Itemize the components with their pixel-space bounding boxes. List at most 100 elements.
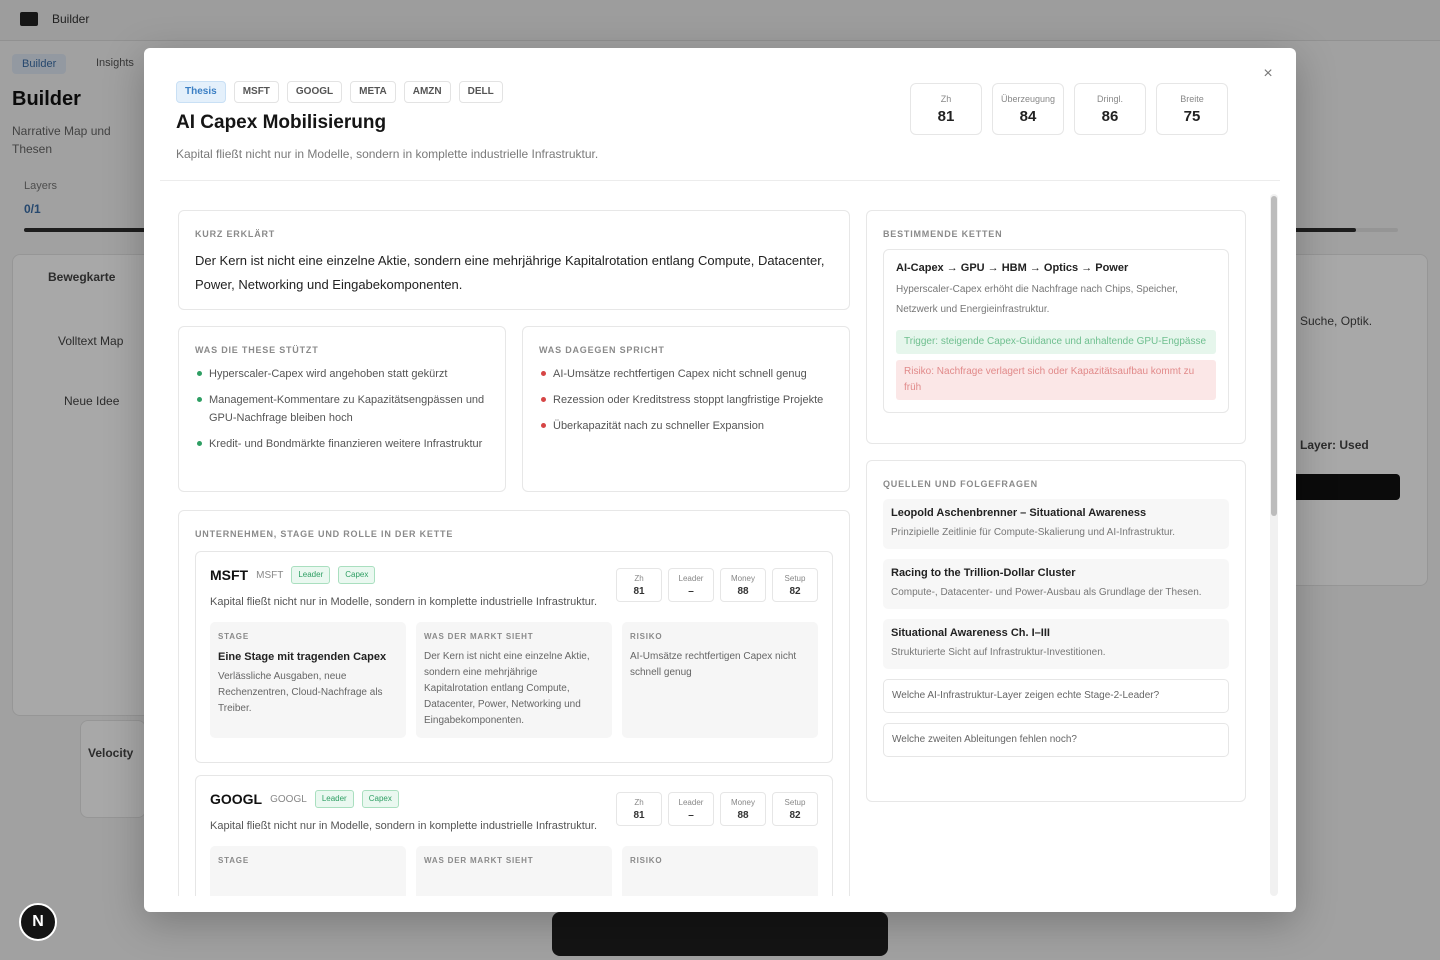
tag-thesis[interactable]: Thesis — [176, 81, 226, 103]
company-metric-value: – — [688, 586, 694, 597]
company-description: Kapital fließt nicht nur in Modelle, son… — [210, 820, 598, 832]
tag-row: Thesis MSFT GOOGL META AMZN DELL — [176, 81, 503, 103]
chain-trigger: Trigger: steigende Capex-Guidance und an… — [896, 330, 1216, 354]
modal-scroll-area[interactable]: Kurz erklärt Der Kern ist nicht eine ein… — [160, 194, 1280, 896]
column-label: Risiko — [630, 632, 663, 641]
source-title: Racing to the Trillion-Dollar Cluster — [891, 567, 1076, 579]
company-metric-label: Money — [730, 798, 755, 807]
company-metric: Setup 82 — [772, 568, 818, 602]
column-text: Verlässliche Ausgaben, neue Rechenzentre… — [218, 671, 383, 714]
company-metric-value: 88 — [737, 810, 749, 821]
company-metric-label: Money — [730, 574, 755, 583]
tag-googl[interactable]: GOOGL — [286, 81, 343, 103]
company-metric-label: Setup — [784, 574, 806, 583]
metric-value: 84 — [1019, 108, 1037, 125]
chain-text: Hyperscaler-Capex erhöht die Nachfrage n… — [896, 284, 1178, 315]
follow-up-question[interactable]: Welche zweiten Ableitungen fehlen noch? — [883, 723, 1229, 757]
cons-panel: Was dagegen spricht AI-Umsätze rechtfert… — [522, 326, 850, 492]
company-metric: Money 88 — [720, 568, 766, 602]
modal-title: AI Capex Mobilisierung — [176, 112, 387, 133]
dominant-chains-panel: Bestimmende Ketten AI-Capex → GPU → HBM … — [866, 210, 1246, 444]
header-divider — [160, 180, 1280, 181]
intro-text: Der Kern ist nicht eine einzelne Aktie, … — [195, 253, 825, 292]
company-metric-value: 81 — [633, 810, 645, 821]
section-label: Bestimmende Ketten — [883, 229, 1003, 239]
tag-dell[interactable]: DELL — [458, 81, 503, 103]
market-view-column: Was der Markt sieht — [416, 846, 612, 896]
risk-column: Risiko AI-Umsätze rechtfertigen Capex ni… — [622, 622, 818, 738]
modal-subtitle: Kapital fließt nicht nur in Modelle, son… — [176, 147, 599, 161]
list-item: Überkapazität nach zu schneller Expansio… — [539, 417, 833, 435]
column-label: Was der Markt sieht — [424, 856, 534, 865]
company-metric-value: 88 — [737, 586, 749, 597]
tag-meta[interactable]: META — [350, 81, 396, 103]
metric-label: Breite — [1180, 94, 1204, 104]
section-label: Was die These stützt — [195, 345, 319, 355]
company-name: MSFT — [210, 567, 249, 583]
company-metric-label: Leader — [678, 798, 704, 807]
company-metric: Setup 82 — [772, 792, 818, 826]
company-card-googl[interactable]: GOOGL GOOGL Leader Capex Kapital fließt … — [195, 775, 833, 896]
cons-list: AI-Umsätze rechtfertigen Capex nicht sch… — [539, 365, 833, 435]
company-description: Kapital fließt nicht nur in Modelle, son… — [210, 596, 598, 608]
company-metric-label: Zh — [634, 798, 644, 807]
metric-card: Breite 75 — [1156, 83, 1228, 135]
list-item: Hyperscaler-Capex wird angehoben statt g… — [195, 365, 489, 383]
company-name: GOOGL — [210, 791, 263, 807]
metric-card: Überzeugung 84 — [992, 83, 1064, 135]
scrollbar-thumb[interactable] — [1271, 196, 1277, 516]
follow-up-question[interactable]: Welche AI-Infrastruktur-Layer zeigen ech… — [883, 679, 1229, 713]
stage-column: Stage Eine Stage mit tragenden Capex Ver… — [210, 622, 406, 738]
company-metric: Leader – — [668, 792, 714, 826]
close-icon[interactable]: × — [1258, 64, 1278, 84]
sources-panel: Quellen und Folgefragen Leopold Aschenbr… — [866, 460, 1246, 802]
list-item: AI-Umsätze rechtfertigen Capex nicht sch… — [539, 365, 833, 383]
stage-column: Stage — [210, 846, 406, 896]
company-metric-value: 81 — [633, 586, 645, 597]
metric-card: Zh 81 — [910, 83, 982, 135]
company-metric-label: Zh — [634, 574, 644, 583]
section-label: Was dagegen spricht — [539, 345, 665, 355]
chain-risk: Risiko: Nachfrage verlagert sich oder Ka… — [896, 360, 1216, 400]
column-label: Stage — [218, 856, 249, 865]
company-ticker: MSFT — [256, 569, 284, 581]
company-card-msft[interactable]: MSFT MSFT Leader Capex Kapital fließt ni… — [195, 551, 833, 763]
company-metric-label: Leader — [678, 574, 704, 583]
metric-value: 81 — [937, 108, 955, 125]
metric-label: Überzeugung — [1000, 94, 1056, 104]
metric-card: Dringl. 86 — [1074, 83, 1146, 135]
source-item[interactable]: Leopold Aschenbrenner – Situational Awar… — [883, 499, 1229, 549]
section-label: Unternehmen, Stage und Rolle in der Kett… — [195, 529, 454, 539]
section-label: Kurz erklärt — [195, 229, 276, 239]
chain-card[interactable]: AI-Capex → GPU → HBM → Optics → Power Hy… — [883, 249, 1229, 413]
tag-msft[interactable]: MSFT — [233, 81, 279, 103]
app-launcher-button[interactable]: N — [19, 903, 57, 941]
column-text: Der Kern ist nicht eine einzelne Aktie, … — [424, 651, 590, 726]
company-badge: Capex — [361, 790, 399, 808]
source-item[interactable]: Racing to the Trillion-Dollar Cluster Co… — [883, 559, 1229, 609]
tag-amzn[interactable]: AMZN — [403, 81, 451, 103]
company-metric: Money 88 — [720, 792, 766, 826]
list-item: Rezession oder Kreditstress stoppt langf… — [539, 391, 833, 409]
company-metric-value: 82 — [789, 810, 801, 821]
company-metric-value: – — [688, 810, 694, 821]
source-item[interactable]: Situational Awareness Ch. I–III Struktur… — [883, 619, 1229, 669]
pros-panel: Was die These stützt Hyperscaler-Capex w… — [178, 326, 506, 492]
chain-title: AI-Capex → GPU → HBM → Optics → Power — [896, 262, 1129, 274]
source-subtitle: Compute-, Datacenter- und Power-Ausbau a… — [891, 587, 1202, 598]
company-metric: Zh 81 — [616, 568, 662, 602]
company-metric-value: 82 — [789, 586, 801, 597]
pros-list: Hyperscaler-Capex wird angehoben statt g… — [195, 365, 489, 453]
source-title: Leopold Aschenbrenner – Situational Awar… — [891, 507, 1147, 519]
company-metric-label: Setup — [784, 798, 806, 807]
thesis-modal: × Thesis MSFT GOOGL META AMZN DELL AI Ca… — [144, 48, 1296, 912]
metric-value: 86 — [1101, 108, 1119, 125]
modal-scrollbar[interactable] — [1270, 194, 1278, 896]
column-label: Was der Markt sieht — [424, 632, 534, 641]
source-title: Situational Awareness Ch. I–III — [891, 627, 1050, 639]
risk-column: Risiko — [622, 846, 818, 896]
source-subtitle: Strukturierte Sicht auf Infrastruktur-In… — [891, 647, 1106, 658]
company-metric: Zh 81 — [616, 792, 662, 826]
column-text: AI-Umsätze rechtfertigen Capex nicht sch… — [630, 651, 797, 678]
company-badge: Capex — [338, 566, 376, 584]
